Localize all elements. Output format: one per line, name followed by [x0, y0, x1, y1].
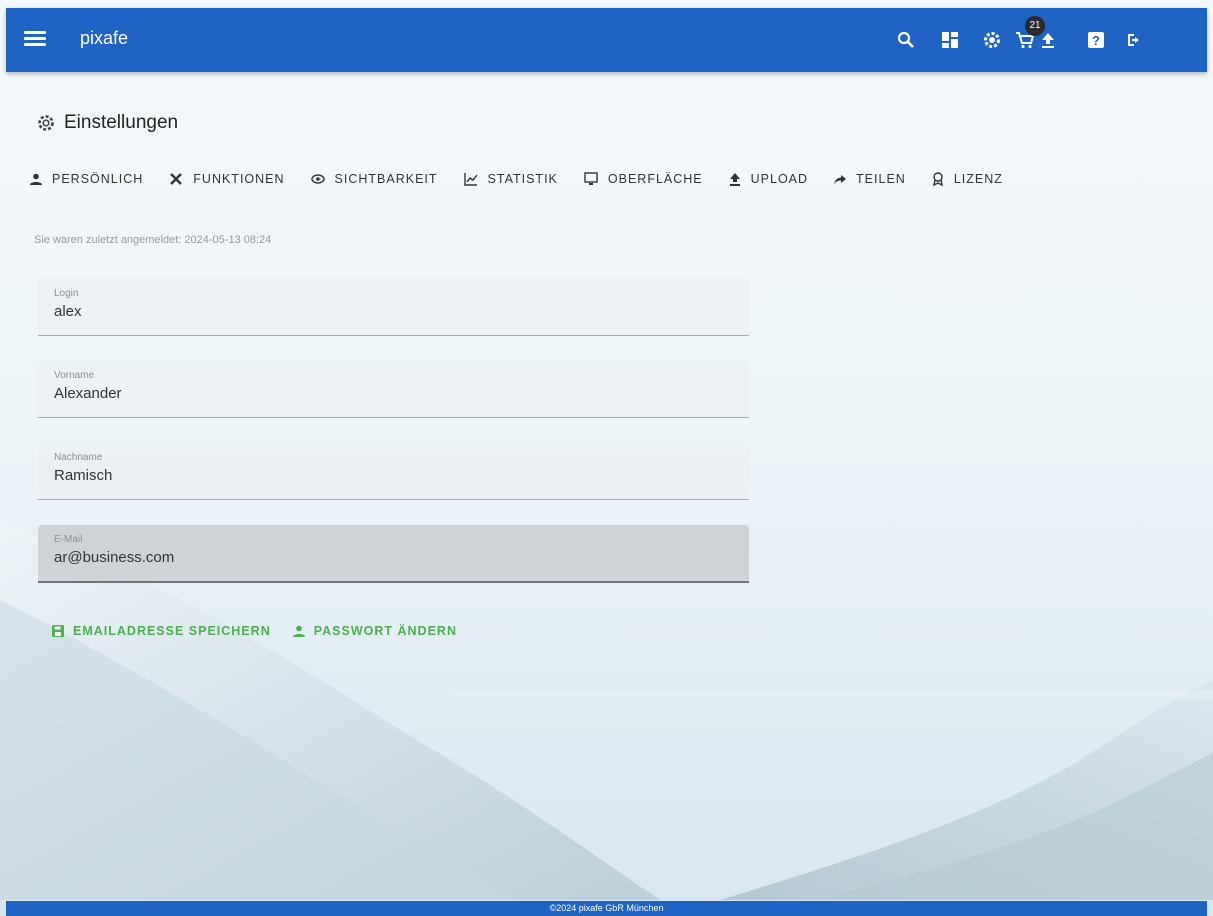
tab-sichtbarkeit[interactable]: SICHTBARKEIT	[310, 172, 438, 186]
firstname-field[interactable]: Vorname	[38, 361, 749, 418]
tab-label: TEILEN	[856, 172, 906, 186]
tab-label: STATISTIK	[487, 172, 558, 186]
lastname-field[interactable]: Nachname	[38, 443, 749, 500]
license-icon	[932, 172, 943, 186]
person-key-icon	[292, 625, 305, 637]
tab-lizenz[interactable]: LIZENZ	[932, 172, 1003, 186]
login-label: Login	[54, 288, 79, 299]
brand-logo[interactable]: pixafe	[80, 28, 128, 49]
cart-icon[interactable]: 21	[1013, 16, 1045, 52]
lastname-input[interactable]	[54, 467, 724, 484]
tab-teilen[interactable]: TEILEN	[834, 172, 906, 186]
change-password-label: PASSWORT ÄNDERN	[313, 624, 457, 638]
page-title-row: Einstellungen	[36, 112, 178, 134]
tab-persoenlich[interactable]: PERSÖNLICH	[30, 172, 143, 186]
footer: ©2024 pixafe GbR München	[6, 901, 1207, 916]
help-icon[interactable]: ?	[1084, 28, 1108, 52]
tab-oberflaeche[interactable]: OBERFLÄCHE	[584, 172, 703, 186]
tab-label: LIZENZ	[953, 172, 1003, 186]
settings-icon	[38, 115, 54, 131]
lastname-label: Nachname	[54, 452, 103, 463]
settings-icon[interactable]	[980, 28, 1004, 52]
upload-icon	[729, 173, 740, 186]
app-bar: pixafe 21 ?	[6, 8, 1207, 72]
dashboard-icon[interactable]	[938, 28, 962, 52]
tools-icon	[170, 173, 183, 185]
logout-icon[interactable]	[1122, 28, 1146, 52]
form-actions: EMAILADRESSE SPEICHERN PASSWORT ÄNDERN	[52, 624, 479, 638]
firstname-label: Vorname	[54, 370, 95, 381]
tab-statistik[interactable]: STATISTIK	[463, 172, 558, 186]
chart-icon	[463, 173, 478, 186]
save-email-button[interactable]: EMAILADRESSE SPEICHERN	[52, 624, 271, 638]
email-field[interactable]: E-Mail	[38, 525, 749, 583]
change-password-button[interactable]: PASSWORT ÄNDERN	[292, 624, 457, 638]
settings-tabs: PERSÖNLICH FUNKTIONEN SICHTBARKEIT STATI…	[30, 172, 1029, 186]
person-icon	[30, 173, 42, 185]
tab-label: FUNKTIONEN	[193, 172, 285, 186]
save-icon	[52, 625, 64, 637]
email-input[interactable]	[54, 549, 724, 566]
footer-text: ©2024 pixafe GbR München	[549, 903, 664, 913]
tab-label: OBERFLÄCHE	[607, 172, 703, 186]
tab-label: SICHTBARKEIT	[334, 172, 438, 186]
email-label: E-Mail	[54, 534, 83, 545]
page-title: Einstellungen	[64, 112, 179, 133]
tab-funktionen[interactable]: FUNKTIONEN	[169, 172, 284, 186]
tab-label: PERSÖNLICH	[52, 172, 144, 186]
svg-text:?: ?	[1092, 33, 1100, 48]
save-email-label: EMAILADRESSE SPEICHERN	[73, 624, 271, 638]
tab-label: UPLOAD	[750, 172, 809, 186]
eye-icon	[310, 174, 325, 184]
tab-upload[interactable]: UPLOAD	[729, 172, 808, 186]
share-icon	[834, 175, 847, 184]
login-field[interactable]: Login	[38, 279, 749, 336]
upload-icon[interactable]	[1036, 28, 1060, 52]
login-input[interactable]	[54, 303, 724, 320]
menu-icon[interactable]	[24, 28, 46, 50]
firstname-input[interactable]	[54, 385, 724, 402]
monitor-icon	[584, 172, 598, 185]
last-login-text: Sie waren zuletzt angemeldet: 2024-05-13…	[34, 234, 272, 246]
search-icon[interactable]	[894, 28, 918, 52]
